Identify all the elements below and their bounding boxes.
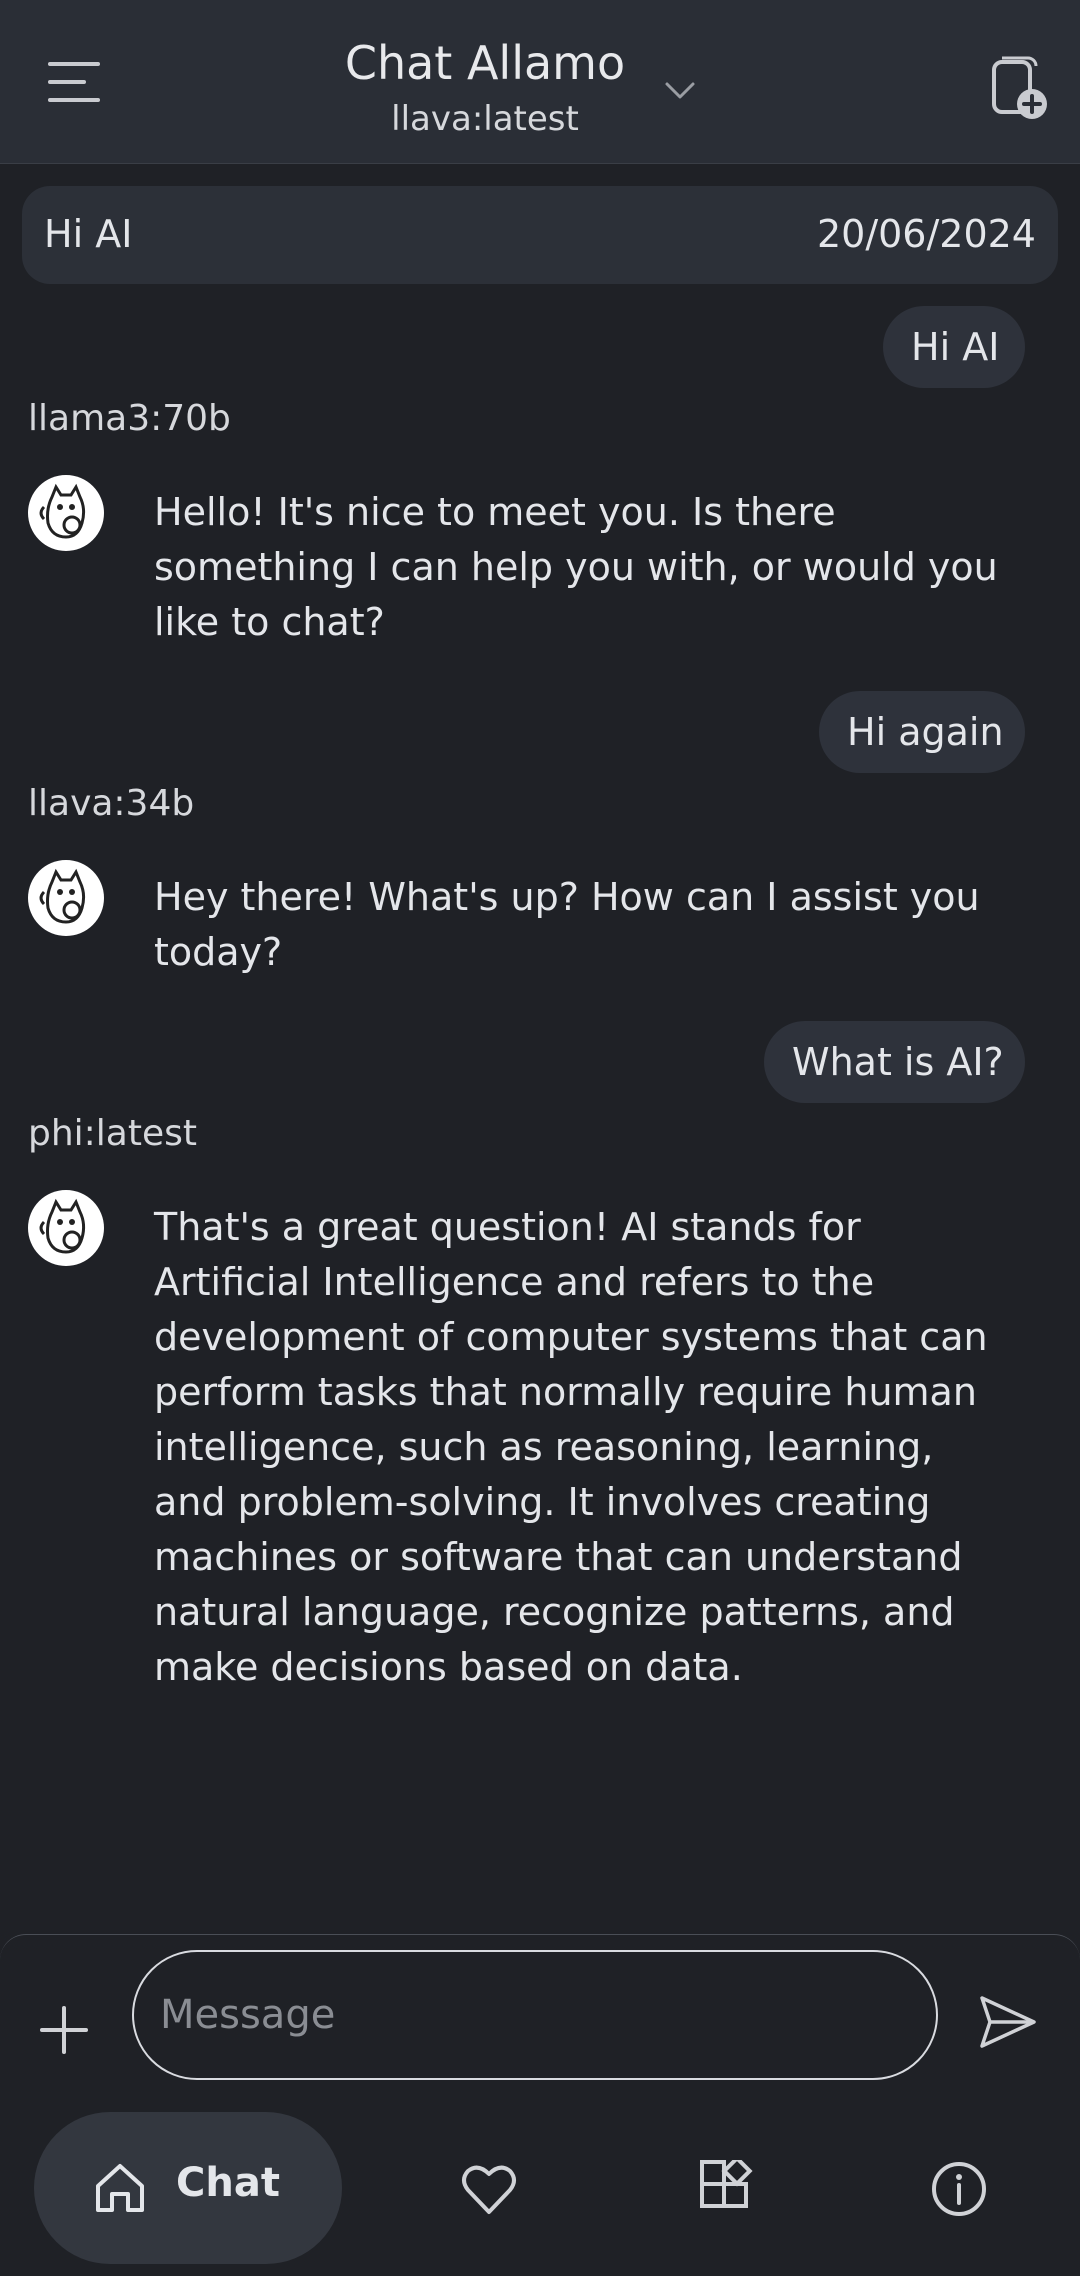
plus-icon[interactable] — [34, 2000, 94, 2060]
home-icon — [92, 2160, 148, 2216]
widgets-icon[interactable] — [696, 2160, 754, 2218]
heart-icon[interactable] — [460, 2160, 518, 2218]
info-icon[interactable] — [930, 2160, 988, 2218]
app-title: Chat Allamo — [344, 36, 626, 90]
user-message: Hi again — [819, 691, 1025, 773]
chat-title: Hi AI — [44, 212, 133, 256]
chat-date: 20/06/2024 — [816, 212, 1036, 256]
user-message: Hi AI — [883, 306, 1025, 388]
app-header: Chat Allamo llava:latest — [0, 0, 1080, 164]
avatar — [28, 475, 104, 551]
bottom-nav: Chat — [0, 2100, 1080, 2275]
model-label: phi:latest — [28, 1113, 197, 1154]
assistant-message: Hello! It's nice to meet you. Is there s… — [154, 490, 998, 644]
avatar — [28, 860, 104, 936]
message-input[interactable] — [132, 1950, 938, 2080]
assistant-message: Hey there! What's up? How can I assist y… — [154, 875, 980, 974]
model-selector[interactable]: Chat Allamo llava:latest — [0, 30, 970, 142]
nav-chat-label: Chat — [176, 2160, 280, 2206]
assistant-message: That's a great question! AI stands for A… — [154, 1205, 988, 1689]
user-message: What is AI? — [764, 1021, 1025, 1103]
chevron-down-icon[interactable] — [662, 72, 698, 108]
chat-banner[interactable]: Hi AI 20/06/2024 — [22, 186, 1058, 284]
model-label: llava:34b — [28, 783, 195, 824]
nav-chat-tab[interactable]: Chat — [34, 2112, 342, 2264]
send-icon[interactable] — [976, 1990, 1040, 2054]
new-chat-icon[interactable] — [988, 56, 1048, 122]
current-model: llava:latest — [391, 99, 579, 139]
model-label: llama3:70b — [28, 398, 231, 439]
avatar — [28, 1190, 104, 1266]
